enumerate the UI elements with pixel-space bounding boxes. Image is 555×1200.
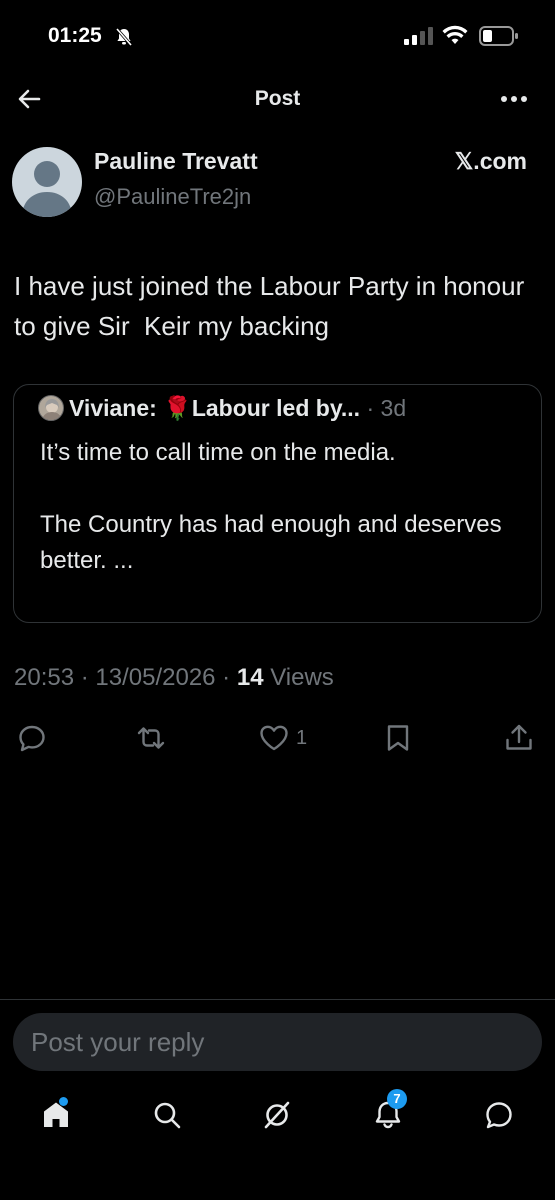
more-options-button[interactable] [496,84,532,114]
quote-author-name: Viviane: 🌹Labour led by... [69,395,361,421]
like-button[interactable]: 1 [258,720,307,756]
reply-button[interactable] [16,720,48,756]
author-avatar[interactable] [12,147,82,217]
wifi-icon [442,24,468,46]
post-meta: 20:53 · 13/05/2026 · 14 Views [14,664,334,692]
reply-input[interactable] [31,1013,521,1071]
repost-button[interactable] [135,720,167,756]
action-bar: 1 [0,716,555,760]
nav-notifications[interactable]: 7 [368,1089,408,1135]
divider [0,999,555,1000]
quoted-post[interactable]: Viviane: 🌹Labour led by... · 3d It’s tim… [13,384,542,623]
status-bar: 01:25 [0,0,555,72]
post-text: I have just joined the Labour Party in h… [14,271,532,341]
meta-separator: · [215,664,237,691]
share-icon [506,724,532,750]
nav-home[interactable] [36,1095,76,1135]
top-bar: Post [0,72,555,126]
post-date: 13/05/2026 [95,664,216,691]
search-icon [154,1102,181,1129]
bookmark-button[interactable] [382,720,414,756]
page-title: Post [254,87,301,110]
views-count: 14 [236,664,264,691]
bottom-nav: 7 [0,1085,555,1155]
default-avatar-icon [22,161,72,217]
status-time: 01:25 [48,24,102,47]
grok-icon [264,1101,290,1129]
battery-icon [479,25,519,47]
repost-icon [137,727,165,749]
more-horizontal-icon [501,96,527,102]
author-handle[interactable]: @PaulineTre2jn [94,184,251,210]
notification-badge: 7 [387,1089,407,1109]
views-label: Views [263,664,334,691]
mute-bell-icon [114,27,134,47]
quote-separator: · [360,395,381,421]
author-name[interactable]: Pauline Trevatt [94,148,258,175]
reply-box[interactable] [13,1013,542,1071]
signal-icon [404,27,434,45]
meta-separator: · [74,664,96,691]
nav-grok[interactable] [257,1095,297,1135]
post-time: 20:53 [14,664,75,691]
quote-author-avatar [38,395,64,421]
quote-header: Viviane: 🌹Labour led by... · 3d [69,395,406,422]
reply-icon [19,725,45,752]
bookmark-icon [387,725,409,751]
heart-icon [260,725,288,751]
nav-messages[interactable] [479,1095,519,1135]
quote-text: It’s time to call time on the media. The… [40,439,502,574]
quote-timestamp: 3d [380,395,407,421]
like-count: 1 [296,726,308,749]
share-button[interactable] [503,720,535,756]
message-icon [486,1102,512,1129]
source-label: 𝕏.com [454,148,527,174]
home-unread-dot [59,1097,68,1106]
nav-search[interactable] [147,1095,187,1135]
